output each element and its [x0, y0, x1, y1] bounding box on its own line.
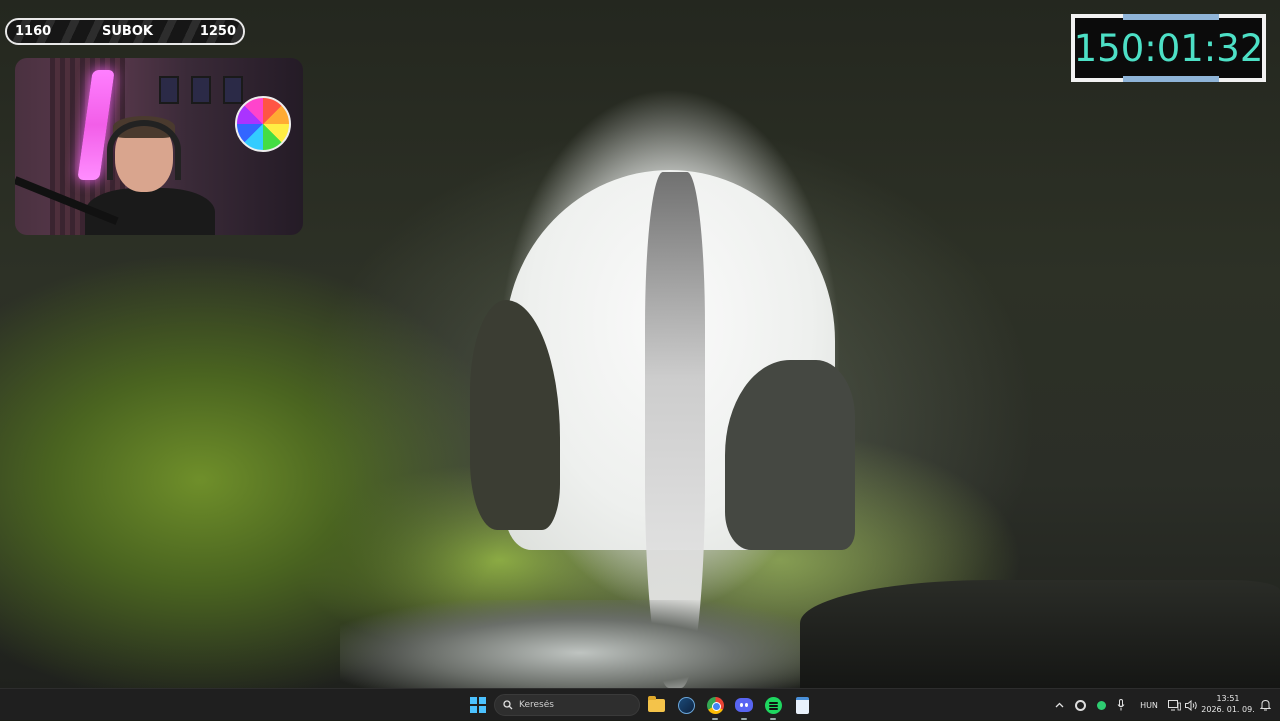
wall-poster — [223, 76, 243, 104]
tray-status-icon[interactable] — [1094, 689, 1108, 721]
language-label: HUN — [1140, 700, 1158, 710]
clock-button[interactable]: 13:51 2026. 01. 09. — [1200, 693, 1256, 717]
speaker-icon — [1184, 699, 1197, 711]
headset — [107, 120, 181, 180]
wall-poster — [191, 76, 211, 104]
taskbar-search[interactable] — [494, 694, 640, 716]
show-hidden-icons-button[interactable] — [1052, 689, 1066, 721]
sync-icon — [1074, 699, 1086, 711]
chrome-icon — [706, 696, 724, 714]
foreground-rocks — [800, 580, 1280, 688]
taskbar: HUN 13:51 2026. 01. 09. — [0, 688, 1280, 720]
sub-counter-overlay: 1160 SUBOK 1250 — [5, 18, 245, 45]
clock-date: 2026. 01. 09. — [1201, 705, 1255, 714]
taskbar-app-spotify[interactable] — [761, 693, 785, 720]
timer-accent-bottom — [1123, 76, 1219, 82]
timer-accent-top — [1123, 14, 1219, 20]
steam-icon — [677, 696, 695, 714]
cliff-right — [725, 360, 855, 550]
microphone-icon — [1117, 699, 1125, 711]
search-input[interactable] — [519, 700, 619, 710]
folder-icon — [647, 695, 665, 712]
sub-count-current: 1160 — [15, 24, 52, 39]
microphone-tray-button[interactable] — [1114, 689, 1128, 721]
wall-poster — [159, 76, 179, 104]
sub-count-label: SUBOK — [102, 24, 153, 39]
status-dot-icon — [1096, 700, 1106, 710]
taskbar-app-notepad[interactable] — [790, 693, 814, 717]
taskbar-app-discord[interactable] — [732, 693, 756, 720]
search-icon — [503, 700, 513, 710]
network-button[interactable] — [1166, 689, 1182, 721]
webcam-feed — [15, 58, 303, 235]
discord-icon — [735, 698, 753, 712]
network-monitor-icon — [1167, 699, 1181, 710]
clock-time: 13:51 — [1216, 694, 1240, 703]
taskbar-app-explorer[interactable] — [644, 693, 668, 717]
start-button[interactable] — [466, 693, 490, 717]
timer-value: 150:01:32 — [1073, 26, 1264, 70]
chevron-up-icon — [1055, 702, 1063, 708]
taskbar-app-chrome[interactable] — [703, 693, 727, 720]
sub-count-goal: 1250 — [199, 24, 236, 39]
waterfall-pool — [340, 600, 820, 688]
taskbar-app-steam[interactable] — [674, 693, 698, 717]
stream-timer: 150:01:32 — [1071, 14, 1266, 82]
tray-app-icon[interactable] — [1072, 689, 1088, 721]
bell-icon — [1259, 699, 1271, 711]
input-language-button[interactable]: HUN — [1136, 689, 1162, 721]
spotify-icon — [764, 696, 782, 714]
notifications-button[interactable] — [1256, 689, 1274, 721]
notepad-icon — [795, 696, 809, 714]
volume-button[interactable] — [1183, 689, 1199, 721]
color-wheel — [235, 96, 291, 152]
windows-icon — [470, 697, 486, 713]
